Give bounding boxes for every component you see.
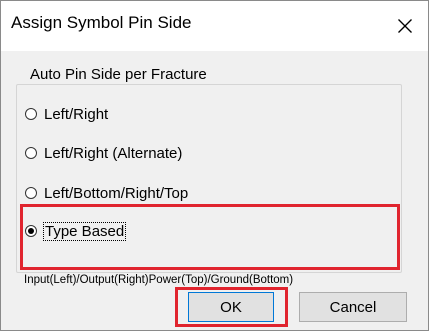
title-bar: Assign Symbol Pin Side [1, 1, 428, 51]
assign-symbol-pin-side-dialog: Assign Symbol Pin Side Auto Pin Side per… [0, 0, 429, 331]
ok-highlight-box [175, 287, 288, 327]
radio-left-right-button[interactable] [25, 108, 37, 120]
group-label: Auto Pin Side per Fracture [26, 66, 211, 83]
radio-left-bottom-right-top-button[interactable] [25, 187, 37, 199]
radio-left-bottom-right-top[interactable]: Left/Bottom/Right/Top [25, 182, 188, 204]
cancel-button[interactable]: Cancel [299, 292, 407, 322]
type-based-highlight-box [20, 204, 400, 270]
close-button[interactable] [382, 1, 428, 51]
radio-left-right-alternate-button[interactable] [25, 147, 37, 159]
radio-left-right-alternate-label[interactable]: Left/Right (Alternate) [44, 145, 182, 162]
close-icon [398, 19, 412, 33]
dialog-title: Assign Symbol Pin Side [11, 13, 192, 32]
radio-left-right-alternate[interactable]: Left/Right (Alternate) [25, 142, 182, 164]
radio-left-right-label[interactable]: Left/Right [44, 106, 108, 123]
type-based-hint: Input(Left)/Output(Right)Power(Top)/Grou… [24, 274, 294, 286]
radio-left-bottom-right-top-label[interactable]: Left/Bottom/Right/Top [44, 185, 188, 202]
radio-left-right[interactable]: Left/Right [25, 103, 108, 125]
